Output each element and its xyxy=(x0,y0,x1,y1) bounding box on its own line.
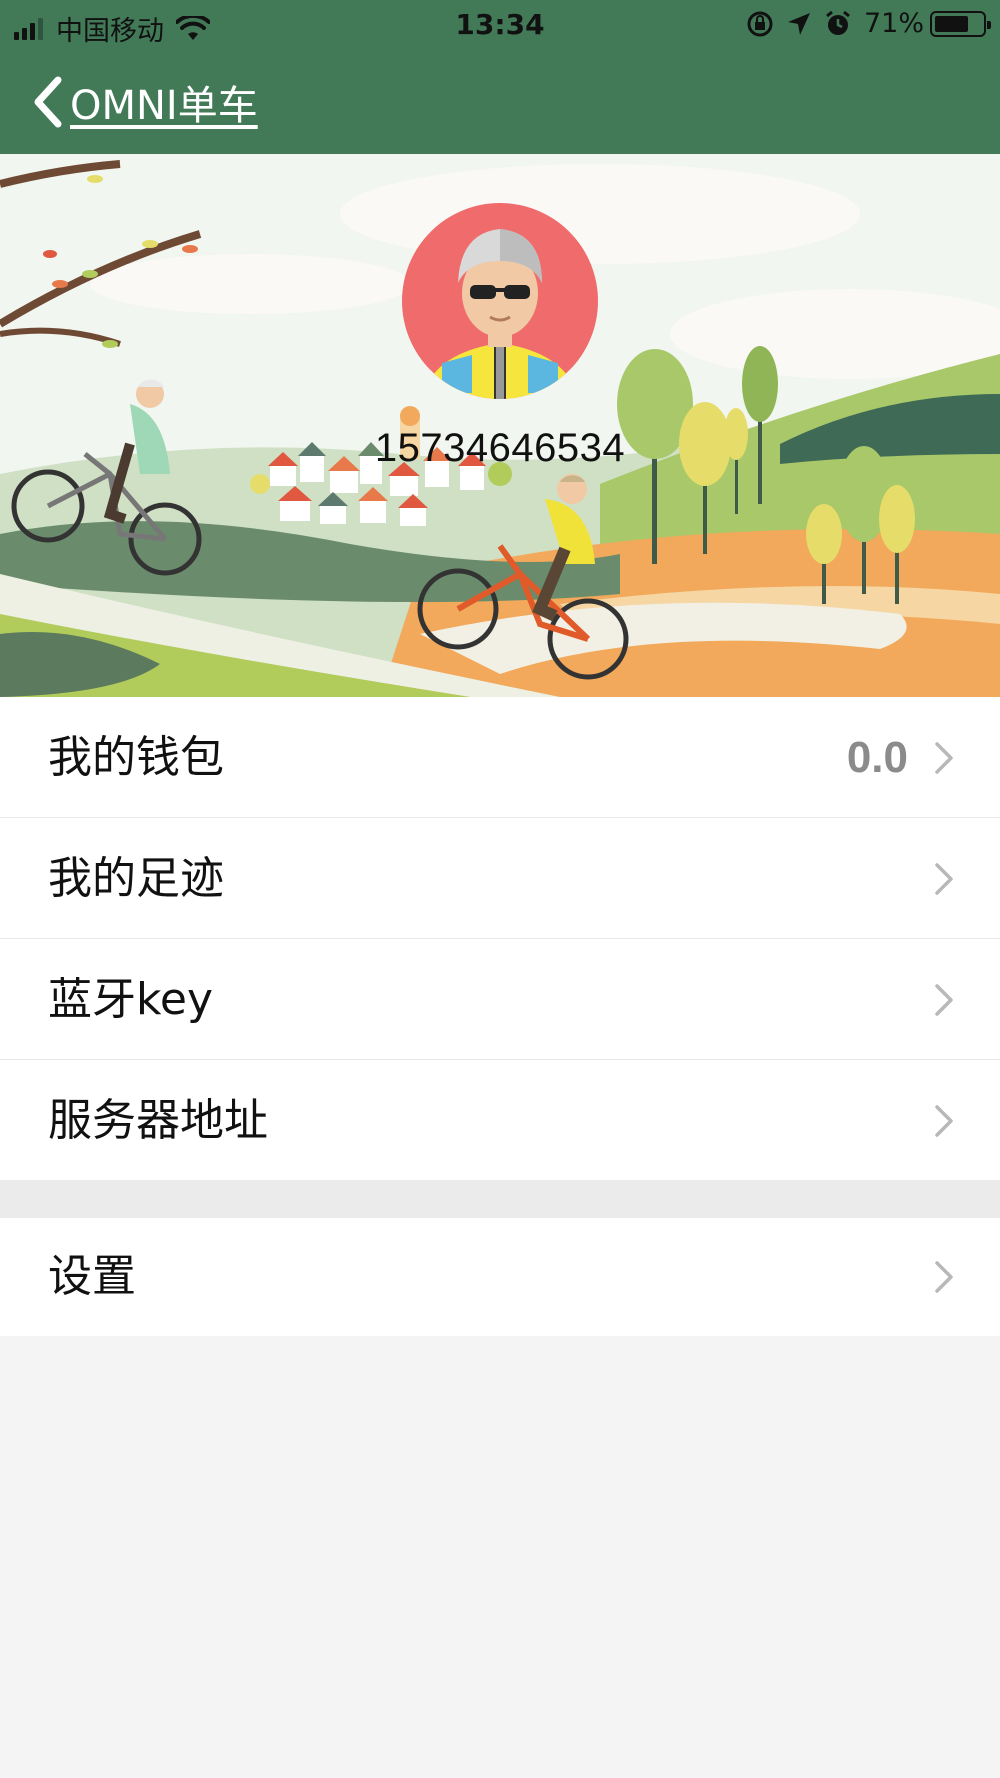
rotation-lock-icon xyxy=(747,11,773,36)
menu-item-footprints[interactable]: 我的足迹 xyxy=(0,818,1000,939)
profile-banner: 15734646534 xyxy=(0,154,1000,697)
menu-item-label: 我的钱包 xyxy=(48,732,224,783)
menu-group-main: 我的钱包 0.0 我的足迹 蓝牙key 服务器地址 xyxy=(0,697,1000,1181)
menu-item-bluetooth-key[interactable]: 蓝牙key xyxy=(0,939,1000,1060)
nav-title[interactable]: OMNI单车 xyxy=(70,73,258,131)
chevron-right-icon xyxy=(935,863,953,895)
battery-tip xyxy=(987,20,991,29)
back-button[interactable]: OMNI单车 xyxy=(30,72,258,132)
menu-item-wallet[interactable]: 我的钱包 0.0 xyxy=(0,697,1000,818)
battery-icon xyxy=(930,10,991,37)
nav-bar: OMNI单车 xyxy=(0,50,1000,154)
avatar-icon xyxy=(402,203,598,399)
menu-group-settings: 设置 xyxy=(0,1218,1000,1336)
chevron-right-icon xyxy=(935,1261,953,1293)
section-divider xyxy=(0,1180,1000,1218)
menu-item-settings[interactable]: 设置 xyxy=(0,1218,1000,1336)
wallet-balance: 0.0 xyxy=(846,733,908,782)
menu-item-server-address[interactable]: 服务器地址 xyxy=(0,1060,1000,1181)
location-icon xyxy=(787,12,810,35)
menu-item-label: 服务器地址 xyxy=(48,1095,268,1146)
battery-percent: 71% xyxy=(863,8,924,39)
menu-item-label: 我的足迹 xyxy=(48,853,224,904)
status-right: 71% xyxy=(734,8,991,39)
phone-number: 15734646534 xyxy=(374,426,626,470)
battery-fill xyxy=(935,15,968,32)
status-bar: 中国移动 13:34 71% xyxy=(0,0,1000,50)
chevron-right-icon xyxy=(935,1105,953,1137)
alarm-icon xyxy=(826,10,850,35)
chevron-left-icon[interactable] xyxy=(30,74,66,130)
menu-item-label: 蓝牙key xyxy=(48,974,214,1025)
chevron-right-icon xyxy=(935,742,953,774)
menu-item-label: 设置 xyxy=(48,1251,136,1302)
chevron-right-icon xyxy=(935,984,953,1016)
